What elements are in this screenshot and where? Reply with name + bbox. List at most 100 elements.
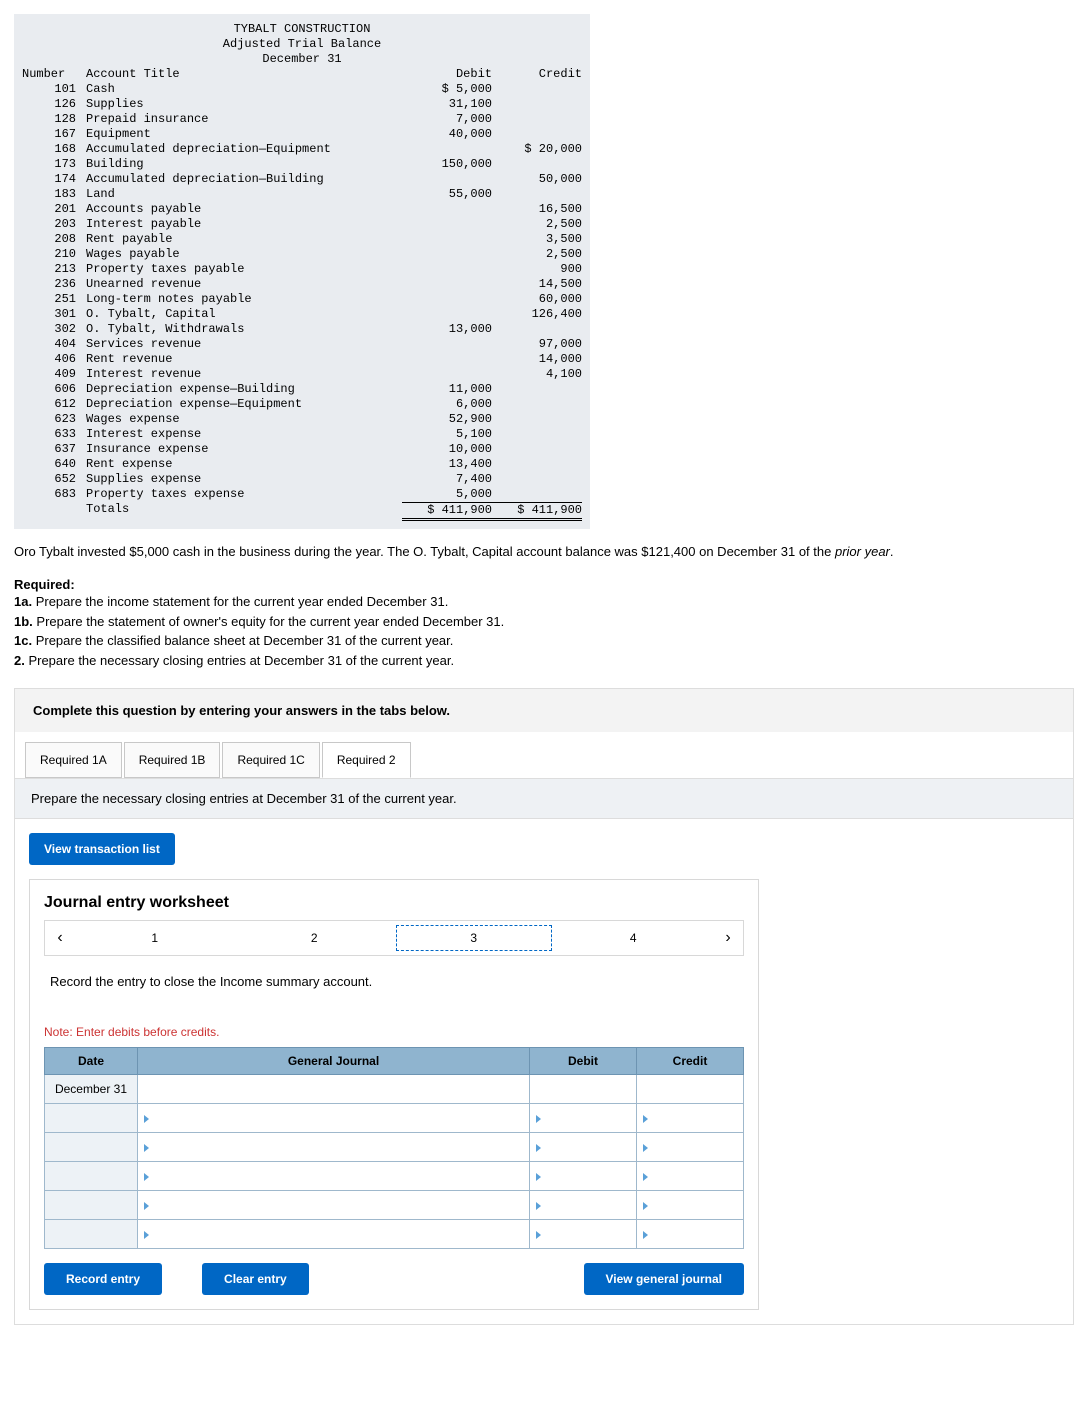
tb-number: 637 (22, 442, 86, 457)
je-credit-cell[interactable] (637, 1162, 744, 1191)
tb-title: Adjusted Trial Balance (22, 37, 582, 52)
step-3[interactable]: 3 (394, 923, 554, 953)
dropdown-icon (536, 1144, 541, 1152)
je-debit-cell[interactable] (530, 1162, 637, 1191)
tb-debit (402, 337, 492, 352)
je-debit-cell[interactable] (530, 1075, 637, 1104)
tb-number: 404 (22, 337, 86, 352)
th-date: Date (45, 1048, 138, 1075)
tb-credit: 60,000 (492, 292, 582, 307)
tb-number: 203 (22, 217, 86, 232)
clear-entry-button[interactable]: Clear entry (202, 1263, 309, 1295)
tb-number: 606 (22, 382, 86, 397)
tb-account: Wages payable (86, 247, 402, 262)
tb-account: Rent payable (86, 232, 402, 247)
tb-date: December 31 (22, 52, 582, 67)
tb-number: 101 (22, 82, 86, 97)
tb-credit (492, 112, 582, 127)
tb-account: O. Tybalt, Capital (86, 307, 402, 322)
col-debit: Debit (402, 67, 492, 82)
tb-number: 173 (22, 157, 86, 172)
je-credit-cell[interactable] (637, 1191, 744, 1220)
tb-account: Rent expense (86, 457, 402, 472)
je-account-cell[interactable] (138, 1133, 530, 1162)
tb-debit: 5,000 (402, 487, 492, 502)
tab-required-1b[interactable]: Required 1B (124, 742, 221, 778)
tab-required-1a[interactable]: Required 1A (25, 742, 122, 778)
tb-account: Cash (86, 82, 402, 97)
tb-number: 168 (22, 142, 86, 157)
je-debit-cell[interactable] (530, 1133, 637, 1162)
tb-account: Depreciation expense—Equipment (86, 397, 402, 412)
tb-number: 213 (22, 262, 86, 277)
step-4[interactable]: 4 (554, 923, 714, 953)
tb-account: Insurance expense (86, 442, 402, 457)
tb-credit (492, 187, 582, 202)
tb-number: 301 (22, 307, 86, 322)
tb-credit: 900 (492, 262, 582, 277)
je-account-cell[interactable] (138, 1104, 530, 1133)
tb-account: Wages expense (86, 412, 402, 427)
view-general-journal-button[interactable]: View general journal (584, 1263, 744, 1295)
dropdown-icon (643, 1202, 648, 1210)
je-debit-cell[interactable] (530, 1220, 637, 1249)
je-debit-cell[interactable] (530, 1104, 637, 1133)
je-account-cell[interactable] (138, 1162, 530, 1191)
tb-credit: 2,500 (492, 217, 582, 232)
totals-label: Totals (86, 502, 402, 521)
tb-number: 652 (22, 472, 86, 487)
view-transaction-list-button[interactable]: View transaction list (29, 833, 175, 865)
tb-debit: $ 5,000 (402, 82, 492, 97)
dropdown-icon (144, 1173, 149, 1181)
tb-credit (492, 457, 582, 472)
je-account-cell[interactable] (138, 1075, 530, 1104)
th-debit: Debit (530, 1048, 637, 1075)
step-1[interactable]: 1 (75, 923, 235, 953)
step-2[interactable]: 2 (235, 923, 395, 953)
step-next-icon[interactable]: › (713, 921, 743, 955)
je-credit-cell[interactable] (637, 1220, 744, 1249)
col-credit: Credit (492, 67, 582, 82)
je-account-cell[interactable] (138, 1220, 530, 1249)
col-account: Account Title (86, 67, 402, 82)
tab-required-1c[interactable]: Required 1C (222, 742, 319, 778)
tb-account: Rent revenue (86, 352, 402, 367)
dropdown-icon (144, 1202, 149, 1210)
tb-number: 201 (22, 202, 86, 217)
tab-required-2[interactable]: Required 2 (322, 742, 411, 778)
tb-credit: 97,000 (492, 337, 582, 352)
je-credit-cell[interactable] (637, 1133, 744, 1162)
tb-debit (402, 277, 492, 292)
tb-debit (402, 292, 492, 307)
tb-number: 409 (22, 367, 86, 382)
je-debit-cell[interactable] (530, 1191, 637, 1220)
tb-credit (492, 157, 582, 172)
tb-number: 183 (22, 187, 86, 202)
tb-debit: 13,000 (402, 322, 492, 337)
debits-before-credits-note: Note: Enter debits before credits. (44, 1025, 744, 1039)
dropdown-icon (536, 1202, 541, 1210)
je-credit-cell[interactable] (637, 1075, 744, 1104)
worksheet-title: Journal entry worksheet (44, 894, 744, 912)
je-account-cell[interactable] (138, 1191, 530, 1220)
tb-credit (492, 442, 582, 457)
tb-account: O. Tybalt, Withdrawals (86, 322, 402, 337)
tb-credit (492, 412, 582, 427)
je-date-cell (45, 1220, 138, 1249)
tb-account: Land (86, 187, 402, 202)
tb-debit (402, 367, 492, 382)
tb-account: Accumulated depreciation—Building (86, 172, 402, 187)
answer-panel: Complete this question by entering your … (14, 688, 1074, 1325)
record-entry-button[interactable]: Record entry (44, 1263, 162, 1295)
je-credit-cell[interactable] (637, 1104, 744, 1133)
dropdown-icon (643, 1231, 648, 1239)
dropdown-icon (536, 1231, 541, 1239)
tb-debit: 150,000 (402, 157, 492, 172)
tb-number: 174 (22, 172, 86, 187)
step-prev-icon[interactable]: ‹ (45, 921, 75, 955)
tb-account: Supplies (86, 97, 402, 112)
step-nav: ‹ 1234 › (44, 920, 744, 956)
required-heading: Required: (14, 577, 1074, 592)
tb-credit (492, 382, 582, 397)
tb-number: 210 (22, 247, 86, 262)
